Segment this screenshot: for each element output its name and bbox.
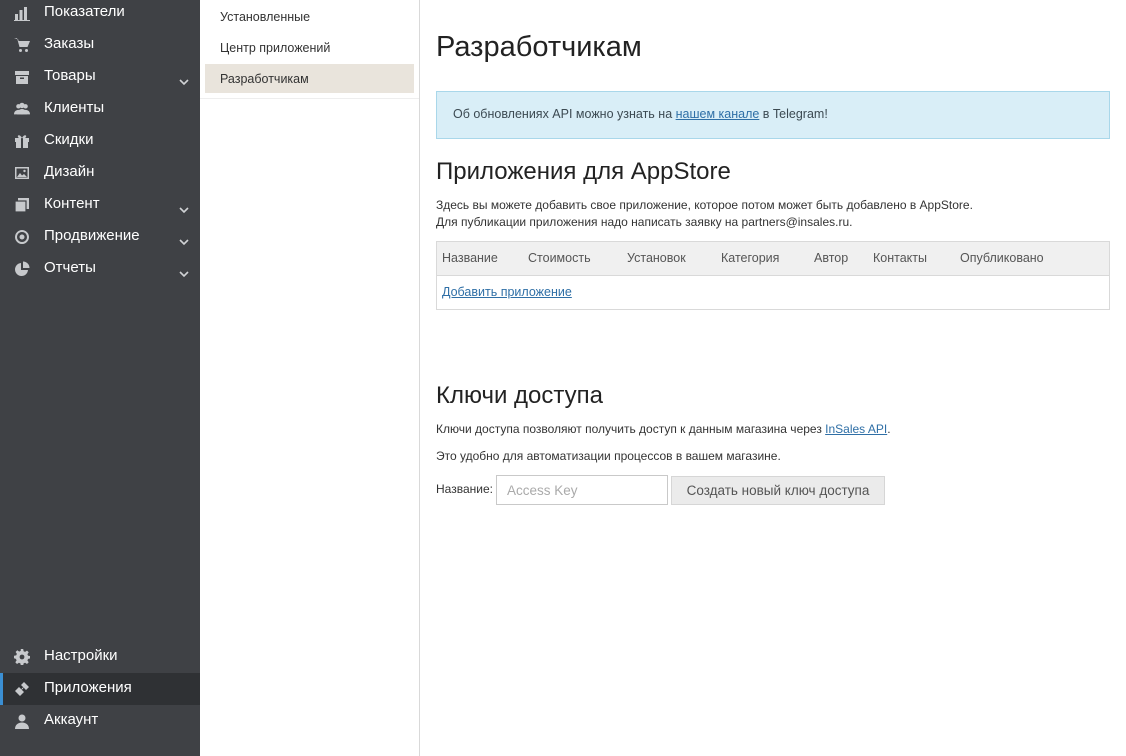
insales-api-link[interactable]: InSales API <box>825 422 887 436</box>
appstore-section-title: Приложения для AppStore <box>436 158 731 185</box>
sidebar-item-label: Клиенты <box>44 99 105 116</box>
key-name-input[interactable] <box>496 475 668 505</box>
sidebar-item-dashboard[interactable]: Показатели <box>0 0 200 29</box>
sidebar-item-label: Показатели <box>44 3 125 20</box>
sidebar-item-label: Аккаунт <box>44 711 99 728</box>
sidebar-item-promotion[interactable]: Продвижение <box>0 221 200 253</box>
access-keys-description: Ключи доступа позволяют получить доступ … <box>436 422 891 436</box>
subnav-item-developers[interactable]: Разработчикам <box>205 64 414 93</box>
sidebar-item-label: Товары <box>44 67 96 84</box>
add-app-link[interactable]: Добавить приложение <box>442 285 572 299</box>
box-icon <box>13 69 30 85</box>
notice-text-after: в Telegram! <box>759 107 828 121</box>
sidebar-item-discounts[interactable]: Скидки <box>0 125 200 157</box>
apps-subnav: Установленные Центр приложений Разработч… <box>200 0 420 756</box>
key-name-label: Название: <box>436 482 493 496</box>
subnav-item-installed[interactable]: Установленные <box>205 2 414 31</box>
gear-icon <box>13 649 30 665</box>
target-icon <box>13 229 30 245</box>
chevron-down-icon <box>178 265 190 278</box>
chevron-down-icon <box>178 201 190 214</box>
main-sidebar: Показатели Заказы Товары Клиенты Скидки … <box>0 0 200 756</box>
sidebar-item-reports[interactable]: Отчеты <box>0 253 200 285</box>
sidebar-item-label: Контент <box>44 195 100 212</box>
sidebar-item-label: Скидки <box>44 131 94 148</box>
table-row: Добавить приложение <box>442 285 572 299</box>
column-author: Автор <box>814 251 849 265</box>
subnav-item-app-center[interactable]: Центр приложений <box>205 33 414 62</box>
appstore-publish-note: Для публикации приложения надо написать … <box>436 215 853 229</box>
appstore-description: Здесь вы можете добавить свое приложение… <box>436 198 973 212</box>
sidebar-item-products[interactable]: Товары <box>0 61 200 93</box>
notice-text-before: Об обновлениях API можно узнать на <box>453 107 676 121</box>
sidebar-item-label: Отчеты <box>44 259 96 276</box>
column-price: Стоимость <box>528 251 591 265</box>
subnav-divider <box>200 98 419 99</box>
column-contacts: Контакты <box>873 251 927 265</box>
bar-chart-icon <box>13 5 30 21</box>
sidebar-item-account[interactable]: Аккаунт <box>0 705 200 737</box>
column-category: Категория <box>721 251 780 265</box>
gift-icon <box>13 133 30 149</box>
chevron-down-icon <box>178 73 190 86</box>
sidebar-item-design[interactable]: Дизайн <box>0 157 200 189</box>
sidebar-item-content[interactable]: Контент <box>0 189 200 221</box>
pages-icon <box>13 197 30 213</box>
puzzle-icon <box>13 681 30 697</box>
page-title: Разработчикам <box>436 31 642 63</box>
sidebar-item-orders[interactable]: Заказы <box>0 29 200 61</box>
apps-table: Название Стоимость Установок Категория А… <box>436 241 1110 310</box>
access-keys-text-after: . <box>887 422 891 436</box>
cart-icon <box>13 37 30 53</box>
access-keys-note: Это удобно для автоматизации процессов в… <box>436 449 781 463</box>
sidebar-item-label: Заказы <box>44 35 95 52</box>
sidebar-item-clients[interactable]: Клиенты <box>0 93 200 125</box>
chevron-down-icon <box>178 233 190 246</box>
column-published: Опубликовано <box>960 251 1044 265</box>
access-keys-text-before: Ключи доступа позволяют получить доступ … <box>436 422 826 436</box>
table-header: Название Стоимость Установок Категория А… <box>437 242 1109 276</box>
telegram-channel-link[interactable]: нашем канале <box>676 107 760 121</box>
access-keys-section-title: Ключи доступа <box>436 382 603 409</box>
pie-chart-icon <box>13 261 30 277</box>
sidebar-item-label: Дизайн <box>44 163 95 180</box>
users-icon <box>13 101 30 117</box>
telegram-notice: Об обновлениях API можно узнать на нашем… <box>436 91 1110 139</box>
create-key-button[interactable]: Создать новый ключ доступа <box>671 476 885 505</box>
sidebar-item-label: Приложения <box>44 679 132 696</box>
column-installs: Установок <box>627 251 686 265</box>
sidebar-item-apps[interactable]: Приложения <box>0 673 200 705</box>
sidebar-item-label: Продвижение <box>44 227 140 244</box>
column-name: Название <box>442 251 498 265</box>
image-icon <box>13 165 30 181</box>
sidebar-item-settings[interactable]: Настройки <box>0 641 200 673</box>
sidebar-item-label: Настройки <box>44 647 118 664</box>
user-icon <box>13 713 30 729</box>
